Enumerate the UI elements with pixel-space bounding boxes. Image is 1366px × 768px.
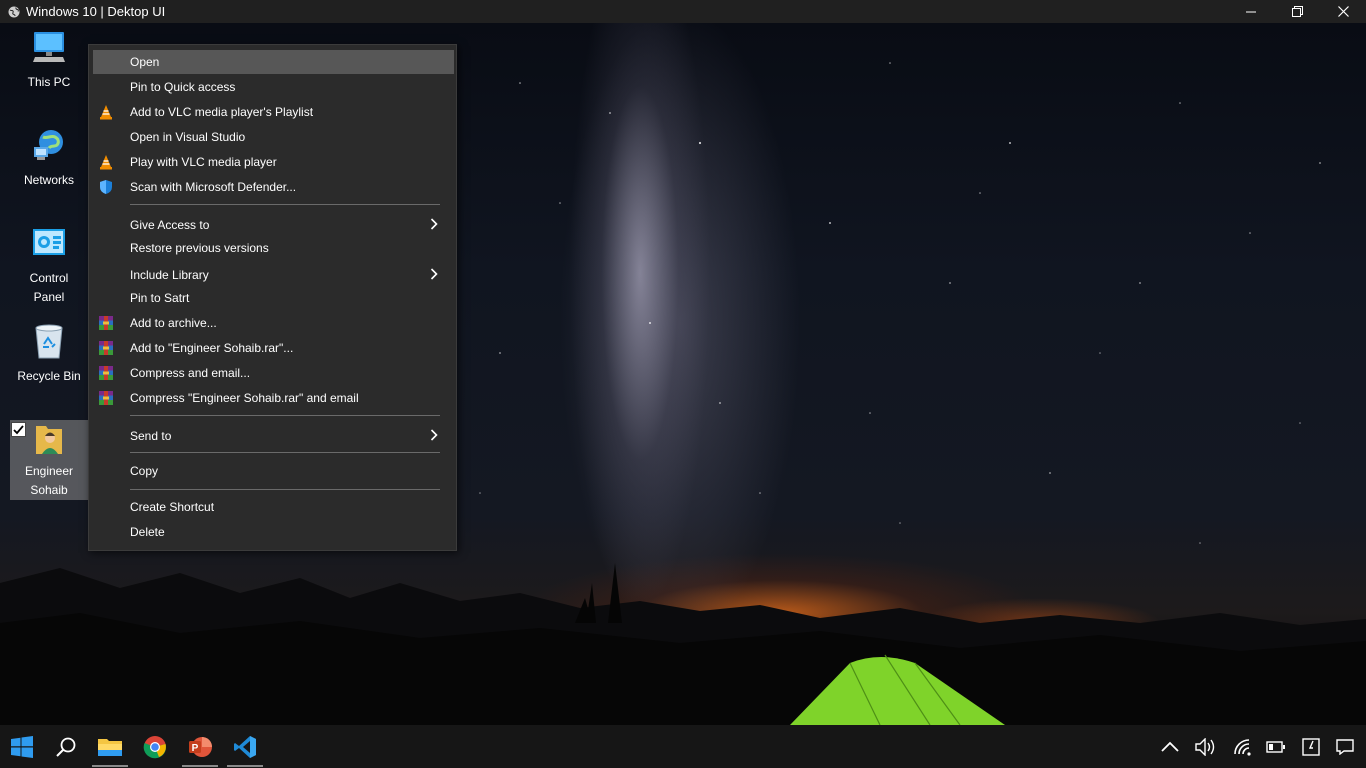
menu-item-create-shortcut[interactable]: Create Shortcut (93, 495, 454, 519)
close-icon (1337, 6, 1349, 17)
menu-separator (130, 452, 440, 453)
chrome-icon (143, 735, 167, 758)
taskbar: P (0, 725, 1366, 768)
user-folder-icon (29, 422, 69, 458)
context-menu: Open Pin to Quick access Add to VLC medi… (88, 44, 457, 551)
menu-item-give-access[interactable]: Give Access to (93, 213, 454, 237)
restore-button[interactable] (1274, 0, 1320, 23)
computer-icon (29, 27, 69, 67)
network-button[interactable] (1226, 725, 1260, 768)
vscode-icon (234, 735, 256, 758)
menu-item-add-vlc-playlist[interactable]: Add to VLC media player's Playlist (93, 100, 454, 124)
menu-item-include-library[interactable]: Include Library (93, 263, 454, 287)
selection-checkbox[interactable] (11, 422, 26, 437)
winrar-icon (98, 390, 114, 406)
winrar-icon (98, 315, 114, 331)
show-hidden-icons-button[interactable] (1153, 725, 1187, 768)
desktop-icon-control-panel[interactable]: Control Panel (10, 219, 88, 315)
recycle-bin-icon (29, 321, 69, 361)
menu-item-add-archive[interactable]: Add to archive... (93, 311, 454, 335)
window-title: Windows 10 | Dektop UI (26, 4, 166, 19)
search-icon (56, 737, 76, 757)
chevron-right-icon (430, 218, 440, 232)
menu-item-play-vlc[interactable]: Play with VLC media player (93, 150, 454, 174)
clock-icon (1302, 737, 1320, 756)
menu-item-copy[interactable]: Copy (93, 459, 454, 483)
desktop-icon-label: This PC (27, 75, 71, 89)
vlc-icon (98, 104, 114, 120)
search-button[interactable] (44, 725, 88, 768)
notification-icon (1336, 738, 1354, 755)
menu-item-pin-start[interactable]: Pin to Satrt (93, 286, 454, 310)
menu-item-restore-versions[interactable]: Restore previous versions (93, 236, 454, 260)
chevron-right-icon (430, 429, 440, 443)
menu-item-compress-rar-email[interactable]: Compress "Engineer Sohaib.rar" and email (93, 386, 454, 410)
defender-shield-icon (98, 179, 114, 195)
desktop-icon-engineer-sohaib[interactable]: Engineer Sohaib (10, 420, 88, 500)
chevron-right-icon (430, 268, 440, 282)
file-explorer-icon (98, 738, 122, 756)
taskbar-file-explorer[interactable] (88, 725, 132, 768)
menu-separator (130, 415, 440, 416)
start-button[interactable] (0, 725, 44, 768)
battery-icon (1266, 740, 1285, 753)
menu-item-send-to[interactable]: Send to (93, 424, 454, 448)
volume-button[interactable] (1189, 725, 1223, 768)
winrar-icon (98, 340, 114, 356)
checkmark-icon (13, 424, 24, 434)
vlc-icon (98, 154, 114, 170)
menu-item-pin-quick-access[interactable]: Pin to Quick access (93, 75, 454, 99)
menu-item-compress-email[interactable]: Compress and email... (93, 361, 454, 385)
title-bar: Windows 10 | Dektop UI (0, 0, 1366, 23)
control-panel-icon (29, 223, 69, 263)
desktop-icon-recycle-bin[interactable]: Recycle Bin (10, 317, 88, 397)
desktop-icon-this-pc[interactable]: This PC (10, 23, 88, 103)
desktop-icon-label: Engineer Sohaib (24, 464, 74, 497)
taskbar-chrome[interactable] (133, 725, 177, 768)
wifi-icon (1234, 738, 1251, 756)
menu-item-open[interactable]: Open (93, 50, 454, 74)
globe-icon (8, 6, 20, 18)
start-icon (11, 735, 33, 758)
menu-separator (130, 204, 440, 205)
winrar-icon (98, 365, 114, 381)
menu-item-add-to-rar[interactable]: Add to "Engineer Sohaib.rar"... (93, 336, 454, 360)
menu-item-delete[interactable]: Delete (93, 520, 454, 544)
taskbar-powerpoint[interactable]: P (178, 725, 222, 768)
notification-button[interactable] (1328, 725, 1362, 768)
restore-icon (1291, 6, 1303, 17)
chevron-up-icon (1161, 741, 1179, 752)
menu-separator (130, 489, 440, 490)
menu-item-scan-defender[interactable]: Scan with Microsoft Defender... (93, 175, 454, 199)
taskbar-vscode[interactable] (223, 725, 267, 768)
battery-button[interactable] (1259, 725, 1293, 768)
desktop-icon-networks[interactable]: Networks (10, 121, 88, 201)
close-button[interactable] (1320, 0, 1366, 23)
minimize-button[interactable] (1228, 0, 1274, 23)
volume-icon (1195, 737, 1215, 756)
desktop-icon-label: Networks (23, 173, 74, 187)
desktop[interactable]: This PC Networks Control Panel Recycle B… (0, 23, 1366, 725)
network-icon (29, 125, 69, 165)
minimize-icon (1246, 11, 1256, 12)
desktop-icon-label: Recycle Bin (17, 369, 81, 383)
clock-button[interactable] (1294, 725, 1328, 768)
powerpoint-icon: P (189, 736, 212, 757)
desktop-icon-label: Control Panel (29, 271, 69, 304)
svg-text:P: P (192, 743, 199, 754)
menu-item-open-visual-studio[interactable]: Open in Visual Studio (93, 125, 454, 149)
